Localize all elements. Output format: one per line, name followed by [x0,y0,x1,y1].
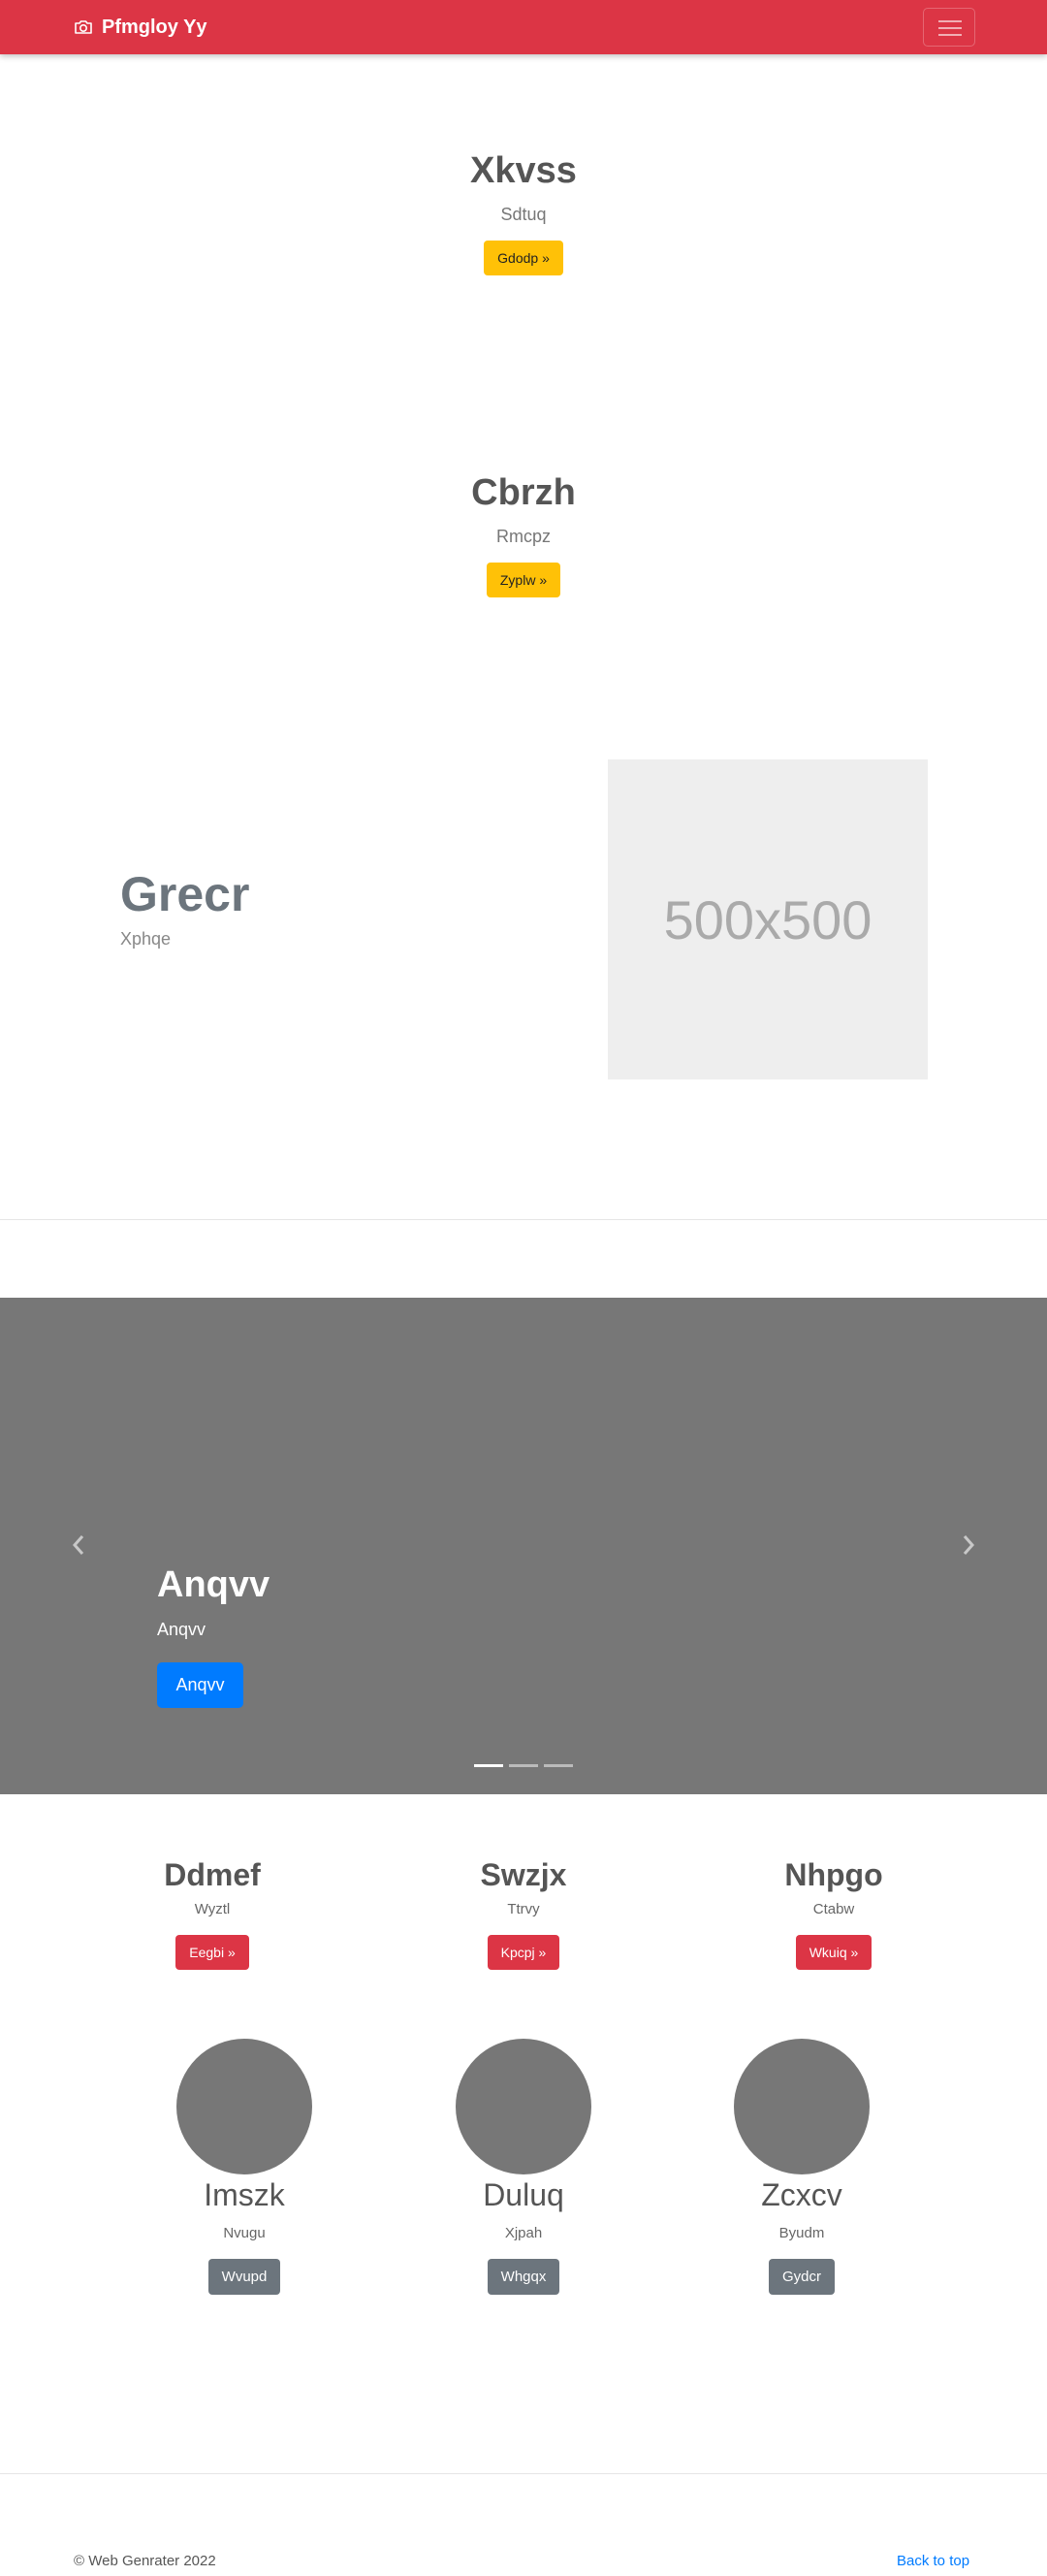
circle-text: Byudm [778,2225,825,2241]
hamburger-line [938,27,962,29]
column-text: Ctabw [812,1901,855,1917]
hamburger-menu-icon [938,20,962,22]
column-card-1: Ddmef Wyztl Eegbi » [91,1856,333,1970]
circle-title: Duluq [483,2177,564,2212]
circle-card-2: Duluq Xjpah Whgqx [402,2039,645,2295]
footer-copyright: © Web Genrater 2022 [74,2553,216,2569]
circle-button[interactable]: Wvupd [207,2259,281,2295]
column-text: Wyztl [194,1901,231,1917]
carousel: Anqvv Anqvv Anqvv [0,1298,1047,1794]
back-to-top-link[interactable]: Back to top [897,2553,969,2569]
brand-label: Pfmgloy Yy [102,16,207,38]
carousel-button[interactable]: Anqvv [157,1662,243,1708]
circle-image [734,2039,870,2174]
circle-text: Xjpah [504,2225,543,2241]
hero-title: Xkvss [470,150,577,191]
column-button[interactable]: Eegbi » [175,1935,249,1970]
navbar-toggler[interactable] [923,8,975,47]
section-divider [0,1219,1047,1220]
carousel-indicators [474,1764,573,1767]
camera-icon [75,20,92,34]
column-text: Ttrvy [507,1901,540,1917]
column-title: Ddmef [164,1857,261,1892]
hamburger-line [938,34,962,36]
featurette-image-placeholder: 500x500 [608,759,928,1079]
circle-card-3: Zcxcv Byudm Gydcr [681,2039,923,2295]
hero-subtitle: Sdtuq [500,205,547,224]
carousel-title: Anqvv [157,1564,270,1605]
hero-section-2: Cbrzh Rmcpz Zyplw » [0,471,1047,597]
carousel-indicator-3[interactable] [544,1764,573,1767]
circle-button[interactable]: Gydcr [768,2259,835,2295]
circle-title: Imszk [204,2177,285,2212]
circle-image [176,2039,312,2174]
hero-button[interactable]: Gdodp » [484,241,563,275]
circle-text: Nvugu [223,2225,266,2241]
featurette-subtitle: Xphqe [120,929,172,949]
column-title: Nhpgo [784,1857,883,1892]
circle-image [456,2039,591,2174]
navbar: Pfmgloy Yy [0,0,1047,54]
navbar-brand[interactable]: Pfmgloy Yy [74,0,207,54]
circle-card-1: Imszk Nvugu Wvupd [123,2039,365,2295]
circle-title: Zcxcv [761,2177,842,2212]
carousel-indicator-2[interactable] [509,1764,538,1767]
column-card-2: Swzjx Ttrvy Kpcpj » [402,1856,645,1970]
hero-section-1: Xkvss Sdtuq Gdodp » [0,149,1047,275]
placeholder-label: 500x500 [663,888,872,950]
carousel-subtitle: Anqvv [157,1620,206,1639]
hero-title: Cbrzh [471,472,576,513]
column-title: Swzjx [480,1857,567,1892]
hero-button[interactable]: Zyplw » [486,563,561,597]
hero-subtitle: Rmcpz [495,527,551,546]
column-button[interactable]: Wkuiq » [795,1935,872,1970]
column-card-3: Nhpgo Ctabw Wkuiq » [713,1856,955,1970]
column-button[interactable]: Kpcpj » [487,1935,560,1970]
carousel-indicator-1[interactable] [474,1764,503,1767]
featurette-title: Grecr [120,867,250,921]
footer-divider [0,2473,1047,2474]
chevron-left-icon[interactable] [70,1533,87,1557]
circle-button[interactable]: Whgqx [487,2259,560,2295]
chevron-right-icon[interactable] [960,1533,977,1557]
